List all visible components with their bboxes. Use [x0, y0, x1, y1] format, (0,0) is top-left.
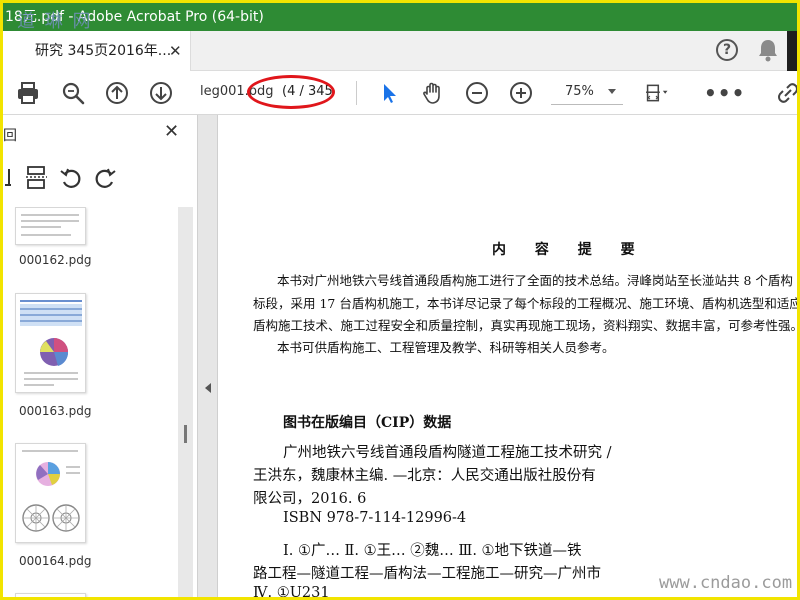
bell-icon[interactable] — [757, 38, 779, 62]
cip-line: 广州地铁六号线首通段盾构隧道工程施工技术研究 / — [283, 445, 612, 461]
more-options-icon[interactable]: ••• — [704, 81, 745, 105]
thumbnail-page[interactable] — [15, 207, 86, 245]
collapse-panel-icon[interactable] — [205, 383, 211, 393]
insert-page-icon[interactable] — [25, 165, 49, 191]
hand-tool-icon[interactable] — [420, 80, 446, 106]
thumbnail-list[interactable]: 000162.pdg 000163.pdg 000164.pdg — [3, 207, 175, 597]
help-icon[interactable]: ? — [716, 39, 738, 61]
zoom-value: 75% — [565, 84, 594, 99]
app-frame: 18元.pdf - Adobe Acrobat Pro (64-bit) 道 琳… — [0, 0, 800, 600]
toolbar-separator — [356, 81, 357, 105]
thumbnail-label: 000163.pdg — [19, 404, 92, 418]
abstract-line: 标段，采用 17 台盾构机施工，本书详尽记录了每个标段的工程概况、施工环境、盾构… — [253, 296, 797, 311]
cip-line: 王洪东，魏康林主编. —北京：人民交通出版社股份有 — [253, 468, 596, 484]
thumbnail-scrollbar[interactable] — [178, 207, 193, 597]
document-tab-label: 研究 345页2016年... — [35, 43, 172, 59]
site-watermark: 道 琳 网 — [17, 11, 93, 32]
page-preview — [22, 450, 80, 532]
zoom-in-icon[interactable] — [508, 80, 534, 106]
toolbar: leg001.pdg (4 / 345 75% ••• — [3, 71, 797, 115]
thumbnail-page[interactable] — [15, 593, 86, 597]
zoom-out-icon[interactable] — [464, 80, 490, 106]
page-preview — [21, 214, 79, 236]
cip-line: 路工程—隧道工程—盾构法—工程施工—研究—广州市 — [253, 566, 601, 582]
next-page-icon[interactable] — [148, 80, 174, 106]
thumbnail-page[interactable] — [15, 443, 86, 543]
abstract-line: 本书对广州地铁六号线首通段盾构施工进行了全面的技术总结。浔峰岗站至长湴站共 8 … — [277, 273, 793, 288]
annotation-circle — [247, 75, 335, 109]
cip-isbn: ISBN 978-7-114-12996-4 — [283, 510, 467, 526]
rotate-right-icon[interactable] — [93, 165, 117, 191]
select-cursor-icon[interactable] — [376, 80, 402, 106]
tab-bar: 研究 345页2016年... ✕ ? — [3, 31, 797, 71]
scrollbar-thumb[interactable] — [184, 425, 187, 443]
cip-title: 图书在版编目（CIP）数据 — [283, 415, 452, 431]
previous-page-icon[interactable] — [104, 80, 130, 106]
panel-splitter[interactable] — [198, 115, 218, 597]
cip-line: Ⅰ. ①广… Ⅱ. ①王… ②魏… Ⅲ. ①地下铁道—铁 — [283, 543, 582, 559]
panel-title: 回 — [3, 128, 17, 144]
panel-close-icon[interactable]: ✕ — [164, 121, 179, 142]
zoom-search-icon[interactable] — [60, 80, 86, 106]
cip-line: 限公司，2016. 6 — [253, 491, 367, 507]
page-thumbnails-panel: 回 ✕ 000162.pdg 000163.pdg 000164.pdg — [3, 115, 198, 597]
abstract-line: 盾构施工技术、施工过程安全和质量控制，真实再现施工现场，资料翔实、数据丰富，可参… — [253, 318, 797, 333]
document-page: 内 容 提 要 本书对广州地铁六号线首通段盾构施工进行了全面的技术总结。浔峰岗站… — [219, 115, 797, 600]
thumbnail-label: 000164.pdg — [19, 554, 92, 568]
page-preview — [20, 300, 82, 386]
link-icon[interactable] — [775, 80, 800, 106]
site-url-watermark: www.cndao.com — [659, 573, 793, 593]
abstract-line: 本书可供盾构施工、工程管理及教学、科研等相关人员参考。 — [277, 340, 615, 355]
print-icon[interactable] — [15, 80, 41, 106]
thumbnail-label: 000162.pdg — [19, 253, 92, 267]
panel-options-icon[interactable] — [3, 165, 17, 191]
page-fit-icon[interactable] — [643, 80, 669, 106]
window-edge — [787, 31, 797, 71]
cip-line: Ⅳ. ①U231 — [253, 585, 330, 600]
panel-toolbar — [3, 165, 198, 191]
document-tab[interactable]: 研究 345页2016年... ✕ — [3, 31, 191, 71]
abstract-heading: 内 容 提 要 — [492, 242, 647, 258]
rotate-left-icon[interactable] — [59, 165, 83, 191]
thumbnail-page[interactable] — [15, 293, 86, 393]
tab-close-icon[interactable]: ✕ — [169, 31, 182, 71]
zoom-dropdown-caret-icon[interactable] — [608, 89, 616, 94]
title-bar: 18元.pdf - Adobe Acrobat Pro (64-bit) — [3, 3, 797, 31]
